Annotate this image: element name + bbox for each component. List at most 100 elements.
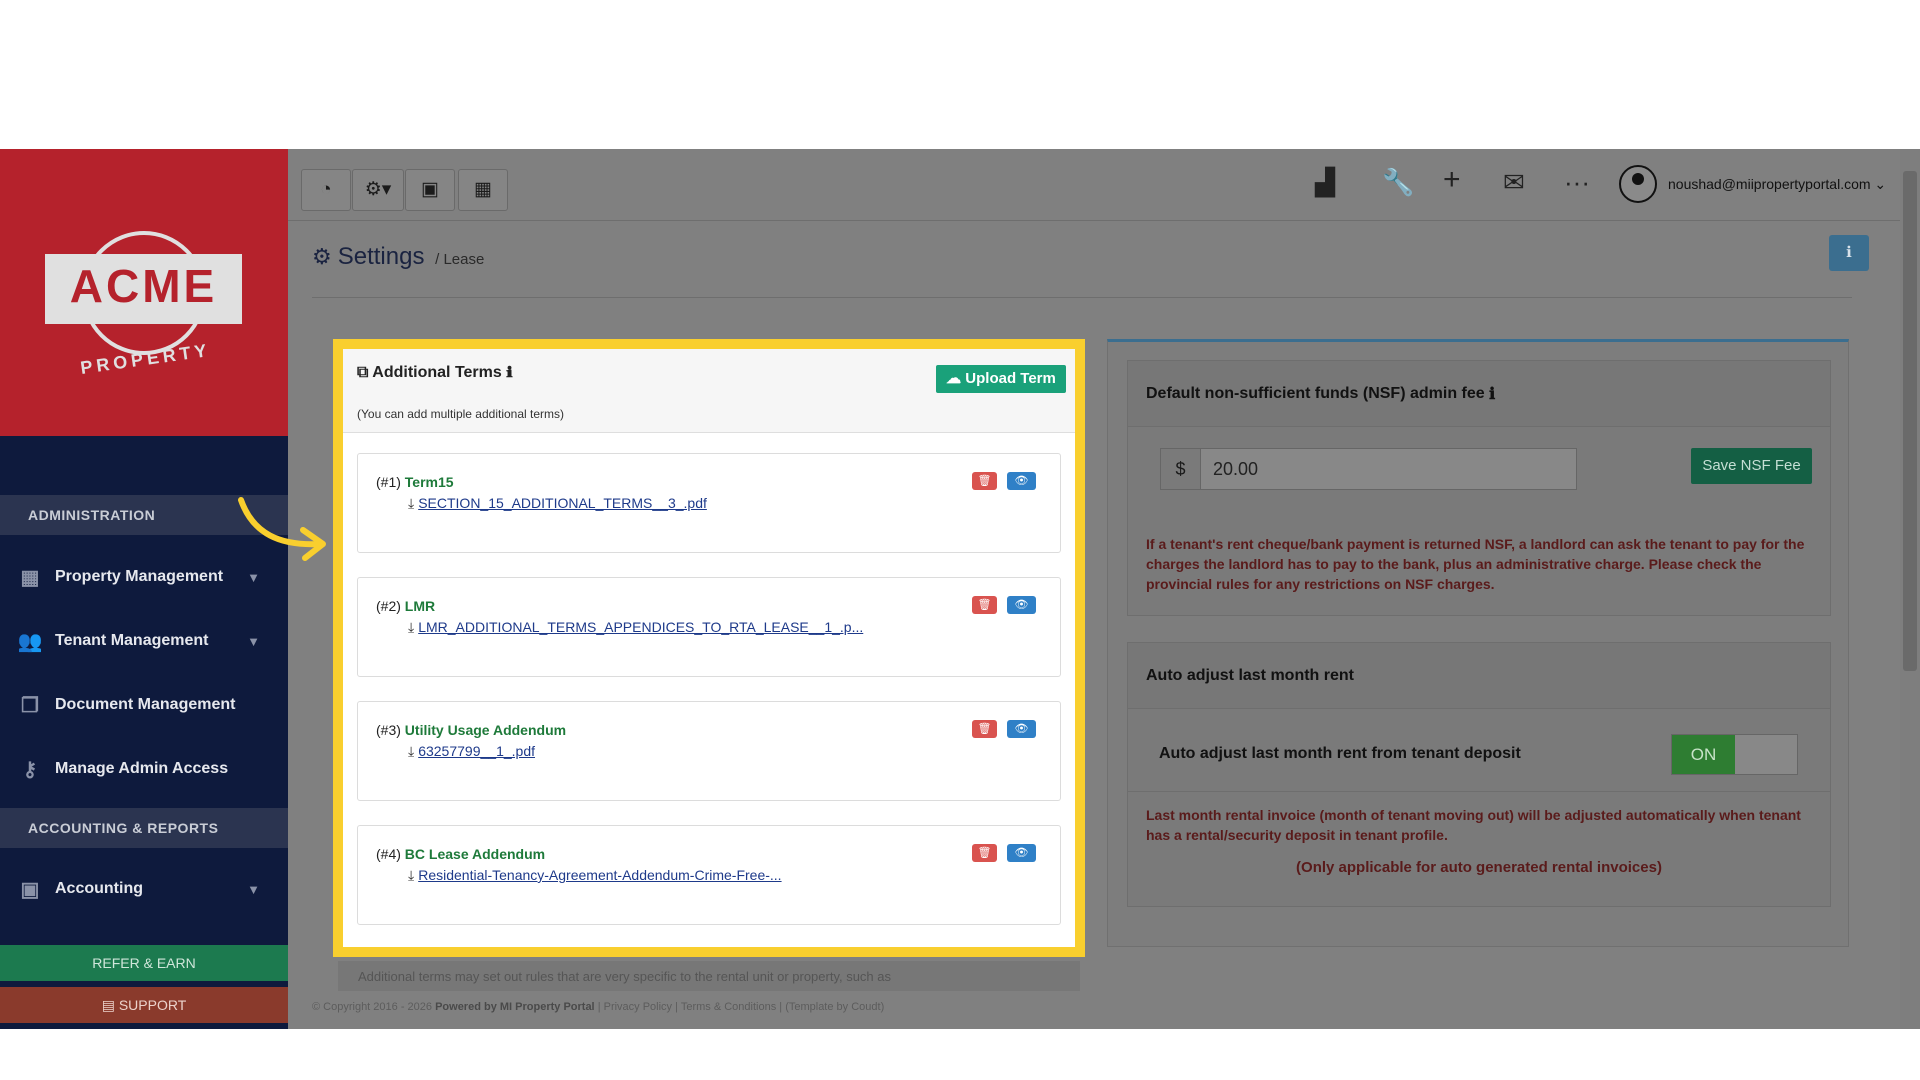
view-term-button[interactable]: 👁 xyxy=(1007,844,1036,862)
users-icon: 👥 xyxy=(17,630,43,653)
book-icon: ▤ xyxy=(101,997,119,1013)
support-button[interactable]: ▤ SUPPORT xyxy=(0,987,288,1023)
info-icon: ℹ xyxy=(1846,244,1852,261)
scroll-thumb[interactable] xyxy=(1903,171,1917,671)
wrench-icon[interactable]: 🔧 xyxy=(1382,167,1414,198)
term-item-4: (#4) BC Lease Addendum ⤓ Residential-Tena… xyxy=(357,825,1061,925)
dashboard-button[interactable]: ◔ xyxy=(301,169,351,211)
mail-icon[interactable]: ✉ xyxy=(1503,167,1525,198)
term-number: (#2) xyxy=(376,598,401,614)
auto-adjust-box: Auto adjust last month rent Auto adjust … xyxy=(1127,642,1831,907)
view-term-button[interactable]: 👁 xyxy=(1007,472,1036,490)
avatar[interactable] xyxy=(1619,165,1657,203)
view-term-button[interactable]: 👁 xyxy=(1007,720,1036,738)
more-icon[interactable]: ··· xyxy=(1564,167,1590,198)
info-icon[interactable]: ℹ xyxy=(506,364,513,381)
nsf-fee-header: Default non-sufficient funds (NSF) admin… xyxy=(1128,361,1830,427)
card-header: ⧉ Additional Terms ℹ (You can add multip… xyxy=(343,349,1075,433)
term-heading: (#4) BC Lease Addendum xyxy=(376,846,545,862)
callout-arrow xyxy=(238,497,326,561)
user-email-dropdown[interactable]: noushad@miipropertyportal.com ⌄ xyxy=(1668,176,1886,193)
term-file-link[interactable]: ⤓ SECTION_15_ADDITIONAL_TERMS__3_.pdf xyxy=(408,495,707,512)
term-heading: (#2) LMR xyxy=(376,598,435,614)
delete-term-button[interactable]: 🗑 xyxy=(972,844,997,862)
footer-links[interactable]: | Privacy Policy | Terms & Conditions | xyxy=(598,1001,782,1013)
auto-adjust-title: Auto adjust last month rent xyxy=(1146,666,1354,684)
term-item-2: (#2) LMR ⤓ LMR_ADDITIONAL_TERMS_APPENDICE… xyxy=(357,577,1061,677)
additional-terms-card: ⧉ Additional Terms ℹ (You can add multip… xyxy=(333,339,1085,957)
term-file-name: SECTION_15_ADDITIONAL_TERMS__3_.pdf xyxy=(418,495,707,511)
eye-icon: 👁 xyxy=(1014,475,1029,487)
sidebar-item-tenant-management[interactable]: 👥 Tenant Management ▼ xyxy=(0,613,288,669)
save-nsf-fee-button[interactable]: Save NSF Fee xyxy=(1691,448,1812,484)
delete-term-button[interactable]: 🗑 xyxy=(972,596,997,614)
reports-chart-icon[interactable]: ▟ xyxy=(1315,167,1335,198)
eye-icon: 👁 xyxy=(1014,599,1029,611)
plus-icon[interactable]: + xyxy=(1443,163,1461,197)
logo[interactable]: ACME PROPERTY xyxy=(0,149,288,436)
term-heading: (#1) Term15 xyxy=(376,474,454,490)
download-icon: ⤓ xyxy=(408,619,415,635)
sidebar-item-accounting[interactable]: ▣ Accounting ▼ xyxy=(0,861,288,917)
term-item-1: (#1) Term15 ⤓ SECTION_15_ADDITIONAL_TERMS… xyxy=(357,453,1061,553)
upload-term-button[interactable]: ☁ Upload Term xyxy=(936,365,1066,393)
template-credit: (Template by Coudt) xyxy=(785,1001,885,1013)
term-file-link[interactable]: ⤓ 63257799__1_.pdf xyxy=(408,743,535,760)
page-title: ⚙ Settings / Lease xyxy=(312,243,484,271)
sidebar-item-label: Accounting xyxy=(55,880,143,897)
card-subtitle: (You can add multiple additional terms) xyxy=(357,407,565,421)
term-file-link[interactable]: ⤓ LMR_ADDITIONAL_TERMS_APPENDICES_TO_RTA_… xyxy=(408,619,863,636)
trash-icon: 🗑 xyxy=(977,475,992,487)
delete-term-button[interactable]: 🗑 xyxy=(972,472,997,490)
cloud-upload-icon: ☁ xyxy=(946,370,966,387)
documents-icon: ❐ xyxy=(21,694,39,717)
term-name: Utility Usage Addendum xyxy=(404,722,567,738)
copy-icon: ⧉ xyxy=(357,364,373,381)
calendar-icon: ▣ xyxy=(421,179,439,200)
divider xyxy=(1128,791,1830,792)
term-file-name: LMR_ADDITIONAL_TERMS_APPENDICES_TO_RTA_L… xyxy=(418,619,864,635)
auto-adjust-toggle-label: Auto adjust last month rent from tenant … xyxy=(1159,745,1521,762)
sidebar-item-label: Document Management xyxy=(55,696,236,713)
sidebar-item-manage-admin-access[interactable]: ⚷ Manage Admin Access xyxy=(0,741,288,797)
gear-icon: ⚙▾ xyxy=(364,179,392,200)
eye-icon: 👁 xyxy=(1014,847,1029,859)
nsf-fee-input[interactable]: $ 20.00 xyxy=(1160,448,1577,490)
dashboard-icon: ◔ xyxy=(320,179,332,200)
copyright: © Copyright 2016 - 2026 xyxy=(312,1001,433,1013)
key-icon: ⚷ xyxy=(22,758,38,781)
nsf-fee-description: If a tenant's rent cheque/bank payment i… xyxy=(1146,536,1805,592)
calendar-button[interactable]: ▣ xyxy=(405,169,455,211)
page-title-text: Settings xyxy=(337,243,425,270)
building-icon: ▦ xyxy=(20,566,40,589)
sidebar-item-document-management[interactable]: ❐ Document Management xyxy=(0,677,288,733)
auto-adjust-toggle[interactable]: ON xyxy=(1671,734,1798,775)
powered-by-link[interactable]: Powered by MI Property Portal xyxy=(435,1001,595,1013)
term-item-3: (#3) Utility Usage Addendum ⤓ 63257799__1… xyxy=(357,701,1061,801)
term-number: (#4) xyxy=(376,846,401,862)
download-icon: ⤓ xyxy=(408,495,415,511)
download-icon: ⤓ xyxy=(408,867,415,883)
settings-dropdown-button[interactable]: ⚙▾ xyxy=(352,169,404,211)
auto-adjust-header: Auto adjust last month rent xyxy=(1128,643,1830,709)
auto-adjust-description: Last month rental invoice (month of tena… xyxy=(1146,807,1801,843)
term-name: BC Lease Addendum xyxy=(404,846,546,862)
term-heading: (#3) Utility Usage Addendum xyxy=(376,722,566,738)
sidebar-item-label: Tenant Management xyxy=(55,632,209,649)
page-scrollbar[interactable] xyxy=(1900,149,1920,1029)
nsf-fee-title: Default non-sufficient funds (NSF) admin… xyxy=(1146,384,1485,402)
info-icon[interactable]: ℹ xyxy=(1485,384,1495,404)
download-icon: ⤓ xyxy=(408,743,415,759)
term-file-link[interactable]: ⤓ Residential-Tenancy-Agreement-Addendum-… xyxy=(408,867,782,884)
refer-earn-button[interactable]: REFER & EARN xyxy=(0,945,288,981)
settings-right-panel: Default non-sufficient funds (NSF) admin… xyxy=(1107,339,1849,947)
calculator-button[interactable]: ▦ xyxy=(458,169,508,211)
gear-icon: ⚙ xyxy=(312,244,332,269)
delete-term-button[interactable]: 🗑 xyxy=(972,720,997,738)
chevron-down-icon: ▼ xyxy=(247,569,260,585)
card-title: ⧉ Additional Terms ℹ xyxy=(357,364,513,382)
page-info-button[interactable]: ℹ xyxy=(1829,235,1869,271)
divider xyxy=(312,297,1852,298)
term-name: LMR xyxy=(404,598,436,614)
view-term-button[interactable]: 👁 xyxy=(1007,596,1036,614)
